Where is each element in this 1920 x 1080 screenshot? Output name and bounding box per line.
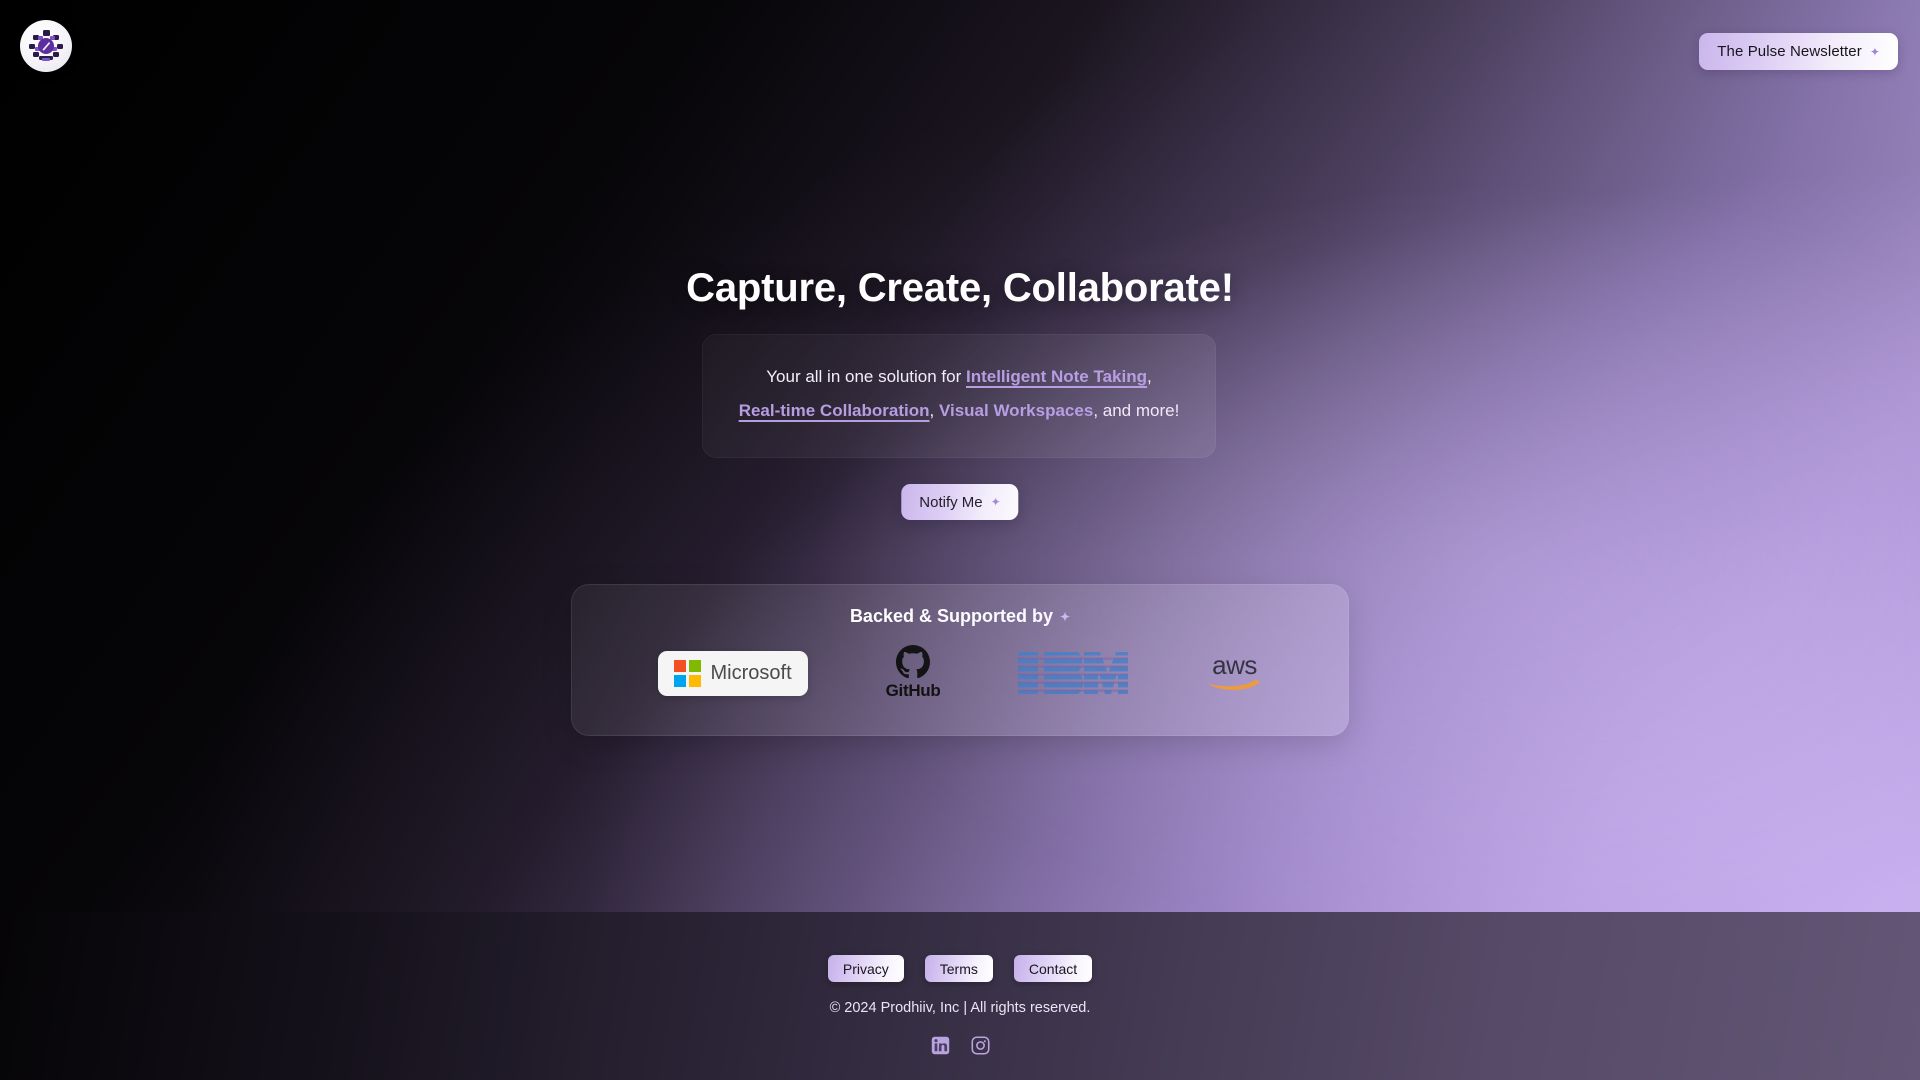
- microsoft-wordmark: Microsoft: [711, 662, 792, 685]
- notify-me-label: Notify Me: [919, 494, 982, 511]
- footer-link-terms[interactable]: Terms: [925, 955, 993, 982]
- linkedin-icon[interactable]: [931, 1036, 950, 1055]
- supporter-logo-ibm[interactable]: [1018, 643, 1128, 703]
- supporter-logo-github[interactable]: GitHub: [886, 643, 941, 703]
- landing-page: The Pulse Newsletter ✦ Capture, Create, …: [0, 0, 1920, 1080]
- newsletter-button-label: The Pulse Newsletter: [1717, 43, 1862, 60]
- supporters-heading-label: Backed & Supported by: [850, 606, 1053, 627]
- footer-links: Privacy Terms Contact: [828, 955, 1092, 982]
- copyright-text: © 2024 Prodhiiv, Inc | All rights reserv…: [830, 1000, 1091, 1016]
- social-links: [931, 1036, 990, 1055]
- subtitle-line-2: Real-time Collaboration, Visual Workspac…: [732, 394, 1186, 428]
- sparkle-icon: ✦: [1060, 611, 1070, 623]
- link-realtime-collaboration[interactable]: Real-time Collaboration: [739, 401, 930, 420]
- newsletter-button[interactable]: The Pulse Newsletter ✦: [1699, 33, 1898, 70]
- subtitle-lead-text: Your all in one solution for: [766, 367, 966, 386]
- subtitle-separator-1: ,: [1147, 367, 1152, 386]
- supporter-logo-microsoft[interactable]: Microsoft: [658, 643, 808, 703]
- brand-logo[interactable]: [20, 20, 72, 72]
- aws-smile-icon: [1206, 678, 1262, 694]
- supporter-logo-row: Microsoft GitHub: [571, 643, 1349, 703]
- sparkle-icon: ✦: [1870, 46, 1880, 58]
- github-logo-icon: GitHub: [886, 645, 941, 701]
- supporters-card: Backed & Supported by ✦ Microsoft: [571, 584, 1349, 736]
- notify-me-button[interactable]: Notify Me ✦: [901, 484, 1018, 520]
- prodhiiv-orb-logo-icon: [25, 25, 67, 67]
- github-octocat-icon: [896, 645, 930, 679]
- subtitle-line-1: Your all in one solution for Intelligent…: [732, 360, 1186, 394]
- microsoft-squares-icon: [674, 660, 701, 687]
- github-wordmark: GitHub: [886, 681, 941, 701]
- footer-link-contact[interactable]: Contact: [1014, 955, 1092, 982]
- sparkle-icon: ✦: [991, 496, 1001, 508]
- link-intelligent-note-taking[interactable]: Intelligent Note Taking: [966, 367, 1147, 386]
- page-title: Capture, Create, Collaborate!: [0, 266, 1920, 311]
- footer-link-privacy[interactable]: Privacy: [828, 955, 904, 982]
- ibm-logo-icon: [1018, 650, 1128, 696]
- microsoft-logo-icon: Microsoft: [658, 651, 808, 696]
- subtitle-separator-2: ,: [930, 401, 939, 420]
- supporter-logo-aws[interactable]: aws: [1206, 643, 1262, 703]
- subtitle-card: Your all in one solution for Intelligent…: [702, 334, 1216, 458]
- page-footer: Privacy Terms Contact © 2024 Prodhiiv, I…: [0, 912, 1920, 1080]
- instagram-icon[interactable]: [971, 1036, 990, 1055]
- aws-wordmark: aws: [1212, 652, 1257, 678]
- supporters-heading: Backed & Supported by ✦: [850, 606, 1070, 627]
- subtitle-tail-text: , and more!: [1093, 401, 1179, 420]
- aws-logo-icon: aws: [1206, 652, 1262, 694]
- link-visual-workspaces[interactable]: Visual Workspaces: [939, 401, 1093, 420]
- hero-section: The Pulse Newsletter ✦ Capture, Create, …: [0, 0, 1920, 912]
